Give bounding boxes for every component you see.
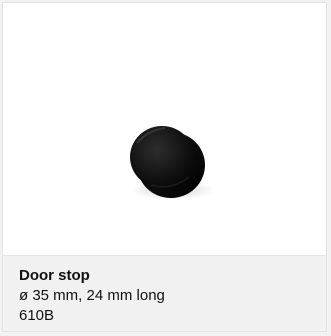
product-image[interactable] bbox=[3, 3, 326, 255]
door-stop-face bbox=[130, 126, 194, 188]
product-card[interactable]: Door stop ø 35 mm, 24 mm long 610B bbox=[2, 2, 327, 332]
product-code: 610B bbox=[19, 307, 55, 324]
product-dimensions: ø 35 mm, 24 mm long bbox=[19, 287, 165, 304]
product-info: Door stop ø 35 mm, 24 mm long 610B bbox=[3, 255, 326, 331]
door-stop-image bbox=[130, 126, 215, 200]
product-title[interactable]: Door stop bbox=[19, 267, 90, 285]
